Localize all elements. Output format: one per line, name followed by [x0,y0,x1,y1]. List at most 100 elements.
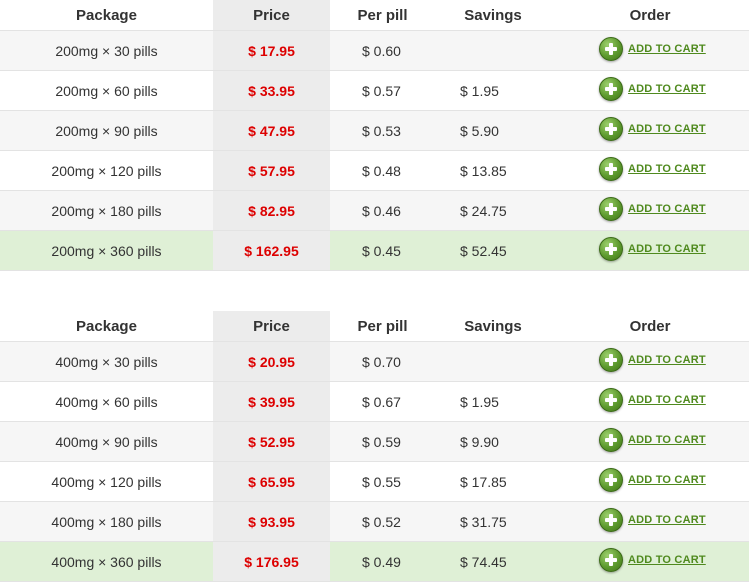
package-cell: 200mg × 60 pills [0,70,213,111]
per-pill-cell: $ 0.60 [330,30,435,71]
header-package: Package [0,0,213,31]
order-cell: ADD TO CART [551,110,749,151]
table-header-row: Package Price Per pill Savings Order [0,0,749,31]
per-pill-cell: $ 0.52 [330,501,435,542]
plus-circle-icon[interactable] [599,348,623,372]
table-row: 400mg × 120 pills $ 65.95 $ 0.55 $ 17.85… [0,461,749,502]
price-cell: $ 162.95 [213,230,330,271]
plus-circle-icon[interactable] [599,157,623,181]
order-cell: ADD TO CART [551,70,749,111]
plus-circle-icon[interactable] [599,428,623,452]
add-to-cart-button[interactable]: ADD TO CART [599,37,706,61]
plus-circle-icon[interactable] [599,468,623,492]
plus-circle-icon[interactable] [599,388,623,412]
savings-cell: $ 52.45 [435,230,551,271]
package-cell: 200mg × 90 pills [0,110,213,151]
package-cell: 400mg × 120 pills [0,461,213,502]
plus-circle-icon[interactable] [599,548,623,572]
add-to-cart-button[interactable]: ADD TO CART [599,77,706,101]
savings-cell: $ 24.75 [435,190,551,231]
add-to-cart-label[interactable]: ADD TO CART [628,83,706,95]
add-to-cart-button[interactable]: ADD TO CART [599,348,706,372]
plus-circle-icon[interactable] [599,197,623,221]
package-cell: 400mg × 60 pills [0,381,213,422]
order-cell: ADD TO CART [551,190,749,231]
per-pill-cell: $ 0.70 [330,341,435,382]
per-pill-cell: $ 0.67 [330,381,435,422]
add-to-cart-label[interactable]: ADD TO CART [628,514,706,526]
per-pill-cell: $ 0.49 [330,541,435,582]
add-to-cart-button[interactable]: ADD TO CART [599,548,706,572]
add-to-cart-button[interactable]: ADD TO CART [599,117,706,141]
savings-cell [435,30,551,71]
header-savings: Savings [435,0,551,31]
savings-cell: $ 31.75 [435,501,551,542]
table-row: 200mg × 90 pills $ 47.95 $ 0.53 $ 5.90 A… [0,110,749,151]
table-header-row: Package Price Per pill Savings Order [0,311,749,342]
table-row: 400mg × 60 pills $ 39.95 $ 0.67 $ 1.95 A… [0,381,749,422]
price-cell: $ 17.95 [213,30,330,71]
add-to-cart-label[interactable]: ADD TO CART [628,554,706,566]
per-pill-cell: $ 0.57 [330,70,435,111]
savings-cell: $ 13.85 [435,150,551,191]
order-cell: ADD TO CART [551,541,749,582]
price-table-400mg: Package Price Per pill Savings Order 400… [0,311,749,582]
per-pill-cell: $ 0.48 [330,150,435,191]
package-cell: 200mg × 30 pills [0,30,213,71]
order-cell: ADD TO CART [551,150,749,191]
add-to-cart-button[interactable]: ADD TO CART [599,157,706,181]
order-cell: ADD TO CART [551,381,749,422]
price-cell: $ 93.95 [213,501,330,542]
per-pill-cell: $ 0.53 [330,110,435,151]
add-to-cart-button[interactable]: ADD TO CART [599,237,706,261]
add-to-cart-label[interactable]: ADD TO CART [628,243,706,255]
table-spacer [0,271,749,311]
per-pill-cell: $ 0.59 [330,421,435,462]
plus-circle-icon[interactable] [599,37,623,61]
add-to-cart-label[interactable]: ADD TO CART [628,203,706,215]
package-cell: 200mg × 360 pills [0,230,213,271]
price-cell: $ 57.95 [213,150,330,191]
add-to-cart-label[interactable]: ADD TO CART [628,474,706,486]
plus-circle-icon[interactable] [599,117,623,141]
price-cell: $ 20.95 [213,341,330,382]
add-to-cart-button[interactable]: ADD TO CART [599,197,706,221]
add-to-cart-label[interactable]: ADD TO CART [628,123,706,135]
price-cell: $ 82.95 [213,190,330,231]
plus-circle-icon[interactable] [599,77,623,101]
header-per-pill: Per pill [330,311,435,342]
table-row: 200mg × 30 pills $ 17.95 $ 0.60 ADD TO C… [0,30,749,71]
add-to-cart-label[interactable]: ADD TO CART [628,394,706,406]
order-cell: ADD TO CART [551,421,749,462]
header-package: Package [0,311,213,342]
add-to-cart-label[interactable]: ADD TO CART [628,434,706,446]
savings-cell [435,341,551,382]
add-to-cart-label[interactable]: ADD TO CART [628,354,706,366]
package-cell: 200mg × 180 pills [0,190,213,231]
savings-cell: $ 1.95 [435,381,551,422]
table-row: 200mg × 120 pills $ 57.95 $ 0.48 $ 13.85… [0,150,749,191]
add-to-cart-button[interactable]: ADD TO CART [599,508,706,532]
savings-cell: $ 5.90 [435,110,551,151]
add-to-cart-button[interactable]: ADD TO CART [599,468,706,492]
add-to-cart-label[interactable]: ADD TO CART [628,163,706,175]
header-price: Price [213,311,330,342]
price-cell: $ 52.95 [213,421,330,462]
table-row: 400mg × 180 pills $ 93.95 $ 0.52 $ 31.75… [0,501,749,542]
package-cell: 200mg × 120 pills [0,150,213,191]
package-cell: 400mg × 360 pills [0,541,213,582]
savings-cell: $ 1.95 [435,70,551,111]
price-cell: $ 65.95 [213,461,330,502]
add-to-cart-button[interactable]: ADD TO CART [599,428,706,452]
price-cell: $ 39.95 [213,381,330,422]
plus-circle-icon[interactable] [599,237,623,261]
order-cell: ADD TO CART [551,230,749,271]
table-row: 400mg × 30 pills $ 20.95 $ 0.70 ADD TO C… [0,341,749,382]
add-to-cart-button[interactable]: ADD TO CART [599,388,706,412]
add-to-cart-label[interactable]: ADD TO CART [628,43,706,55]
header-order: Order [551,311,749,342]
price-cell: $ 176.95 [213,541,330,582]
order-cell: ADD TO CART [551,461,749,502]
savings-cell: $ 9.90 [435,421,551,462]
plus-circle-icon[interactable] [599,508,623,532]
